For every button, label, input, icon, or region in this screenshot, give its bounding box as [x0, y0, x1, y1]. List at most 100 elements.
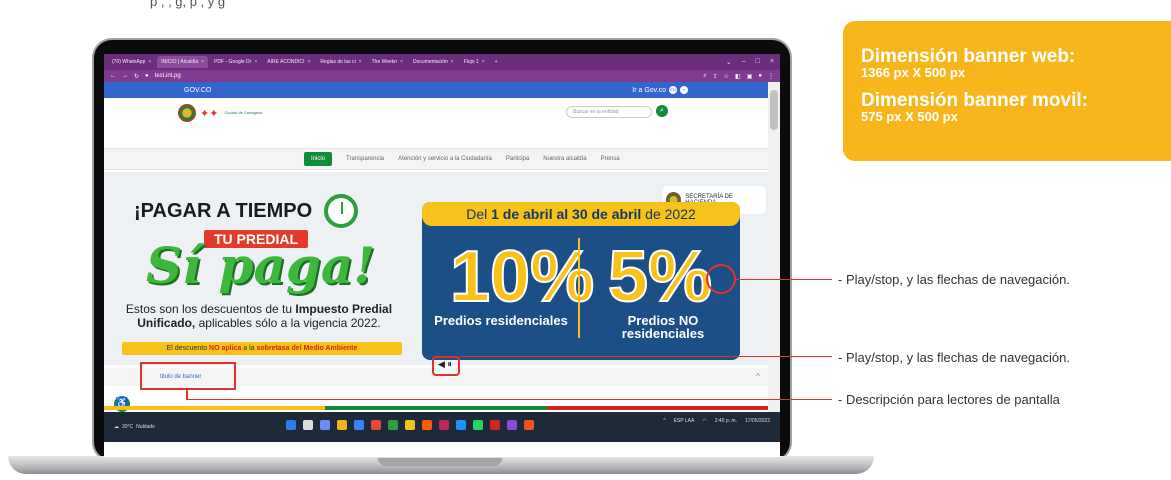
- city-seal-icon[interactable]: [178, 104, 196, 122]
- search-icon[interactable]: ⌕: [656, 105, 668, 117]
- promo-box: Del 1 de abril al 30 de abril de 2022 10…: [422, 202, 740, 360]
- chat-icon[interactable]: [320, 420, 330, 430]
- stripe-green: [325, 406, 547, 410]
- nav-alcaldia[interactable]: Nuestra alcaldía: [543, 156, 586, 162]
- menu-icon[interactable]: ⋮: [768, 73, 774, 80]
- stage: p , , g, p , y g (70) WhatsApp × INICIO |…: [0, 0, 1171, 480]
- scrollbar[interactable]: [768, 82, 780, 412]
- office-icon[interactable]: [524, 420, 534, 430]
- banner-web-size: 1366 px X 500 px: [861, 65, 966, 80]
- annotation-circle-1: [706, 264, 736, 294]
- tab-label: Documentación: [413, 59, 448, 65]
- banner-description: Estos son los descuentos de tu Impuesto …: [114, 302, 404, 331]
- discount-10-caption: Predios residenciales: [434, 313, 568, 328]
- nav-prensa[interactable]: Prensa: [601, 156, 620, 162]
- banner-dimensions-box: Dimensión banner web: 1366 px X 500 px D…: [843, 21, 1171, 161]
- noaplica-bold1: NO aplica: [209, 345, 242, 352]
- nav-participa[interactable]: Participa: [506, 156, 529, 162]
- address-icons: ⌕ ⇪ ☆ ◧ ▣ ● ⋮: [703, 73, 780, 80]
- zoom-icon[interactable]: ⌕: [703, 73, 706, 80]
- share-icon[interactable]: ⇪: [713, 73, 718, 80]
- banner-noaplica: El descuento NO aplica a la sobretasa de…: [122, 342, 402, 355]
- accessibility-icon[interactable]: ◐: [680, 86, 688, 94]
- discount-5: 5%: [607, 236, 713, 318]
- url-field[interactable]: test.int.pg: [155, 73, 181, 79]
- tab-label: The Weekn: [371, 59, 398, 65]
- search-input[interactable]: Buscar en la entidad: [566, 106, 652, 118]
- chevron-up-icon[interactable]: ^: [756, 372, 760, 381]
- close-icon[interactable]: ×: [148, 59, 151, 65]
- search-taskbar-icon[interactable]: [303, 420, 313, 430]
- tab-pdf[interactable]: PDF - Google Dr ×: [210, 56, 261, 68]
- xd-icon[interactable]: [507, 420, 517, 430]
- ir-govco[interactable]: Ir a Gov.co EN ◐: [632, 86, 688, 94]
- reload-icon[interactable]: ↻: [134, 73, 139, 80]
- close-icon[interactable]: ×: [359, 59, 362, 65]
- close-icon[interactable]: ×: [770, 58, 774, 66]
- chevron-up-icon[interactable]: ^: [663, 418, 665, 424]
- scrollbar-thumb[interactable]: [770, 90, 778, 130]
- wifi-icon[interactable]: ◠: [702, 418, 706, 424]
- chrome-icon[interactable]: [371, 420, 381, 430]
- close-icon[interactable]: ×: [201, 59, 204, 65]
- clock-icon: [324, 194, 358, 228]
- close-icon[interactable]: ×: [451, 59, 454, 65]
- tray-lang[interactable]: ESP LAA: [674, 418, 695, 424]
- chevron-down-icon[interactable]: ⌄: [726, 58, 732, 66]
- back-icon[interactable]: ←: [110, 73, 116, 79]
- nav-atencion[interactable]: Atención y servicio a la Ciudadanía: [398, 156, 492, 162]
- extension-icon[interactable]: ◧: [735, 73, 741, 80]
- tab-whatsapp[interactable]: (70) WhatsApp ×: [108, 56, 155, 68]
- app-icon[interactable]: [456, 420, 466, 430]
- hero-banner: ¡PAGAR A TIEMPO TU PREDIAL Sí paga! Esto…: [104, 172, 768, 365]
- star-icon[interactable]: ☆: [724, 73, 729, 80]
- acrobat-icon[interactable]: [490, 420, 500, 430]
- app-icon[interactable]: [388, 420, 398, 430]
- tab-label: INICIO | Alcaldía: [161, 59, 199, 65]
- edge-icon[interactable]: [354, 420, 364, 430]
- tab-inicio[interactable]: INICIO | Alcaldía ×: [157, 56, 209, 68]
- close-icon[interactable]: ×: [482, 59, 485, 65]
- govco-logo[interactable]: GOV.CO: [184, 87, 211, 94]
- lock-icon: ●: [145, 73, 149, 79]
- new-tab-button[interactable]: +: [491, 56, 502, 68]
- explorer-icon[interactable]: [337, 420, 347, 430]
- profile-icon[interactable]: ●: [758, 73, 762, 80]
- tray-date[interactable]: 17/05/2022: [745, 418, 770, 424]
- close-icon[interactable]: ×: [254, 59, 257, 65]
- tab-flujo[interactable]: Flujo 1 ×: [460, 56, 489, 68]
- whatsapp-icon[interactable]: [473, 420, 483, 430]
- noaplica-pre: El descuento: [166, 345, 210, 352]
- app-icon[interactable]: [439, 420, 449, 430]
- windows-taskbar: ☁ 30°C Nublado ^ ESP LAA ◠ 2:40 p. m. 17…: [104, 412, 780, 442]
- forward-icon[interactable]: →: [122, 73, 128, 79]
- cloud-icon: ☁: [114, 424, 119, 430]
- close-icon[interactable]: ×: [400, 59, 403, 65]
- sidebar-icon[interactable]: ▣: [747, 73, 753, 80]
- gov-bar: GOV.CO Ir a Gov.co EN ◐: [104, 82, 768, 98]
- illustrator-icon[interactable]: [422, 420, 432, 430]
- annotation-text-1: - Play/stop, y las flechas de navegación…: [838, 272, 1070, 287]
- tab-aire[interactable]: AIRE ACONDICI ×: [263, 56, 314, 68]
- tab-reglas[interactable]: Reglas de las ci ×: [316, 56, 365, 68]
- maximize-icon[interactable]: □: [756, 58, 760, 66]
- minimize-icon[interactable]: –: [742, 58, 746, 66]
- banner-web-title: Dimensión banner web:: [861, 46, 1076, 67]
- start-icon[interactable]: [286, 420, 296, 430]
- annotation-line-2: [460, 356, 832, 357]
- tab-documentacion[interactable]: Documentación ×: [409, 56, 458, 68]
- address-bar: ← → ↻ ● test.int.pg ⌕ ⇪ ☆ ◧ ▣ ● ⋮: [104, 70, 780, 82]
- logo-flag-icon: ✦✦: [200, 107, 219, 120]
- color-stripe: [104, 406, 768, 410]
- close-icon[interactable]: ×: [307, 59, 310, 65]
- tab-weekn[interactable]: The Weekn ×: [368, 56, 407, 68]
- tray-time[interactable]: 2:40 p. m.: [715, 418, 737, 424]
- app-icon[interactable]: [405, 420, 415, 430]
- top-cut-text: p , , g, p , y g: [150, 0, 226, 9]
- tab-label: Reglas de las ci: [320, 59, 356, 65]
- nav-inicio[interactable]: Inicio: [304, 152, 333, 166]
- stripe-red: [546, 406, 768, 410]
- language-icon[interactable]: EN: [669, 86, 677, 94]
- nav-transparencia[interactable]: Transparencia: [346, 156, 384, 162]
- weather-widget[interactable]: ☁ 30°C Nublado: [114, 424, 155, 430]
